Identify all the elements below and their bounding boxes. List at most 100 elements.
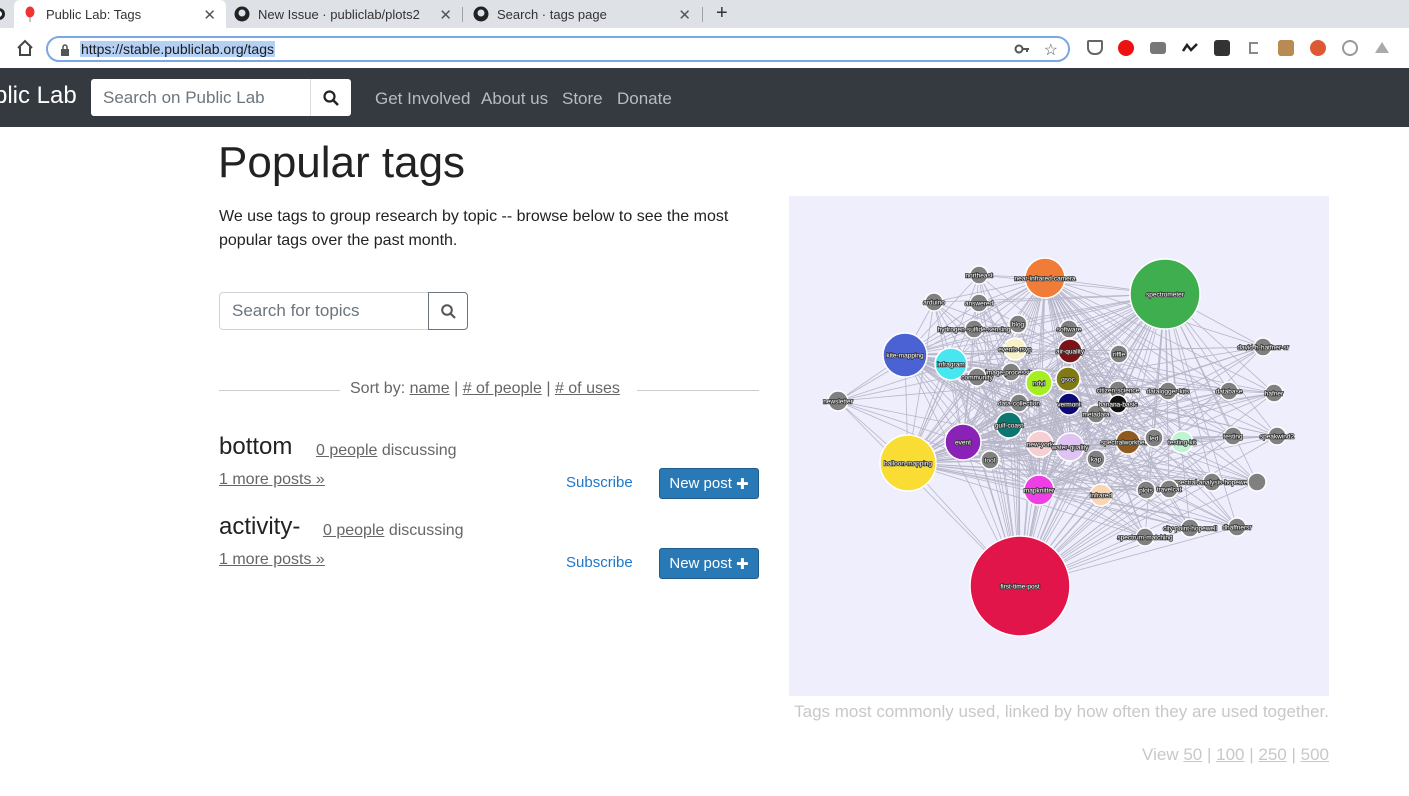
opera-extension-icon[interactable] xyxy=(1118,40,1134,56)
graph-node-circle[interactable] xyxy=(1247,472,1267,492)
new-post-label: New post xyxy=(669,555,732,572)
graph-node[interactable]: david-h-hatfner-sr xyxy=(1237,337,1290,357)
tag-card: bottom 0 people discussing 1 more posts … xyxy=(219,433,759,503)
graph-node-label: balloon-mapping xyxy=(884,461,932,468)
nav-store[interactable]: Store xyxy=(562,89,603,109)
close-icon[interactable]: ✕ xyxy=(439,6,452,24)
graph-node[interactable]: plots xyxy=(1136,480,1156,500)
more-posts-link[interactable]: 1 more posts » xyxy=(219,471,325,489)
duckduckgo-icon[interactable] xyxy=(1310,40,1326,56)
wave-icon[interactable] xyxy=(1181,40,1198,56)
browser-tab-new-issue[interactable]: New Issue · publiclab/plots2 ✕ xyxy=(226,0,462,28)
more-posts-link[interactable]: 1 more posts » xyxy=(219,551,325,569)
graph-node[interactable]: answered xyxy=(964,293,994,313)
extension-outline-icon[interactable] xyxy=(1246,40,1262,56)
camera-icon[interactable] xyxy=(1150,42,1166,54)
graph-node[interactable]: event xyxy=(944,423,982,461)
subscribe-link[interactable]: Subscribe xyxy=(566,474,633,491)
bookmark-star-icon[interactable]: ☆ xyxy=(1044,40,1058,60)
graph-node[interactable]: gsoc xyxy=(1055,366,1081,392)
nav-donate[interactable]: Donate xyxy=(617,89,672,109)
sort-by-uses-link[interactable]: # of uses xyxy=(555,380,620,397)
people-count-link[interactable]: 0 people xyxy=(316,442,377,459)
graph-node[interactable]: near-infrared-camera xyxy=(1014,257,1077,299)
sort-by-people-link[interactable]: # of people xyxy=(463,380,542,397)
tag-graph[interactable]: spectrometer first-time-post near-infrared… xyxy=(789,196,1329,696)
site-search-input[interactable] xyxy=(91,79,311,116)
pocket-icon[interactable] xyxy=(1087,40,1103,55)
people-count-link[interactable]: 0 people xyxy=(323,522,384,539)
topic-search-input[interactable] xyxy=(219,292,429,330)
tag-name-link[interactable]: activity- xyxy=(219,513,300,541)
new-post-button[interactable]: New post ✚ xyxy=(659,548,759,579)
site-navbar: blic Lab Get Involved About us Store Don… xyxy=(0,68,1409,127)
view-100-link[interactable]: 100 xyxy=(1216,745,1244,764)
graph-node[interactable]: tool xyxy=(980,450,1000,470)
key-icon[interactable] xyxy=(1014,41,1030,62)
extension-brown-icon[interactable] xyxy=(1278,40,1294,56)
graph-node-label: infrared xyxy=(1090,493,1112,500)
lock-icon xyxy=(60,43,70,61)
nav-about-us[interactable]: About us xyxy=(481,89,548,109)
graph-node[interactable]: ndvi xyxy=(1025,369,1053,397)
tag-graph-canvas[interactable]: spectrometer first-time-post near-infrared… xyxy=(789,196,1329,696)
graph-node[interactable]: infrared xyxy=(1089,483,1113,507)
site-search-button[interactable] xyxy=(310,79,351,116)
address-bar[interactable]: https://stable.publiclab.org/tags ☆ xyxy=(46,36,1070,62)
graph-node[interactable]: dhaffnersr xyxy=(1222,517,1253,537)
graph-node-label: kite-mapping xyxy=(886,353,924,360)
graph-node[interactable]: led xyxy=(1144,428,1164,448)
tab-title: Search · tags page xyxy=(497,6,607,22)
tag-discussion-info: 0 people discussing xyxy=(316,442,457,460)
browser-tab-public-lab[interactable]: Public Lab: Tags ✕ xyxy=(14,0,226,28)
balloon-icon xyxy=(22,6,38,22)
tag-name-link[interactable]: bottom xyxy=(219,433,292,461)
graph-node[interactable]: kap xyxy=(1086,449,1106,469)
extension-dark-icon[interactable] xyxy=(1214,40,1230,56)
graph-node[interactable]: spectrometer xyxy=(1129,258,1201,330)
search-icon xyxy=(440,303,456,319)
graph-node[interactable]: first-time-post xyxy=(969,535,1071,637)
browser-tab-search[interactable]: Search · tags page ✕ xyxy=(465,0,701,28)
graph-node[interactable]: blog xyxy=(1008,314,1028,334)
browser-tab-other[interactable] xyxy=(0,0,12,28)
new-tab-button[interactable]: + xyxy=(716,2,728,25)
graph-node[interactable]: balloon-mapping xyxy=(879,434,937,492)
view-50-link[interactable]: 50 xyxy=(1183,745,1202,764)
topic-search-button[interactable] xyxy=(428,292,468,330)
graph-node-label: gulf-coast xyxy=(995,423,1023,430)
graph-node[interactable]: vermont xyxy=(1056,392,1082,416)
graph-node[interactable]: speakwind2 xyxy=(1259,426,1295,446)
new-post-label: New post xyxy=(669,475,732,492)
graph-node-label: riffle xyxy=(1113,352,1126,359)
close-icon[interactable]: ✕ xyxy=(203,6,216,24)
graph-node[interactable] xyxy=(1247,472,1267,492)
drive-icon[interactable] xyxy=(1374,40,1390,56)
subscribe-link[interactable]: Subscribe xyxy=(566,554,633,571)
graph-node[interactable]: hafner xyxy=(1264,383,1285,403)
graph-node[interactable]: gulf-coast xyxy=(994,411,1024,439)
close-icon[interactable]: ✕ xyxy=(678,6,691,24)
graph-node[interactable]: new-york xyxy=(1026,430,1055,458)
github-icon xyxy=(473,6,489,22)
graph-node-label: mapknitter xyxy=(1024,488,1055,495)
view-500-link[interactable]: 500 xyxy=(1301,745,1329,764)
nav-get-involved[interactable]: Get Involved xyxy=(375,89,470,109)
view-250-link[interactable]: 250 xyxy=(1258,745,1286,764)
url-text[interactable]: https://stable.publiclab.org/tags xyxy=(80,41,276,57)
sort-by-name-link[interactable]: name xyxy=(410,380,450,397)
graph-node-label: spectral-analysis-hopewell xyxy=(1174,480,1251,487)
brand-logo-text[interactable]: blic Lab xyxy=(0,82,77,110)
skype-icon[interactable] xyxy=(1342,40,1358,56)
graph-view-options: View 50 | 100 | 250 | 500 xyxy=(1142,745,1329,764)
new-post-button[interactable]: New post ✚ xyxy=(659,468,759,499)
home-icon[interactable] xyxy=(16,39,34,62)
graph-node[interactable]: northeast xyxy=(965,265,994,285)
sort-label: Sort by: xyxy=(350,380,406,397)
graph-node-label: newsletter xyxy=(823,399,853,406)
graph-node[interactable]: kite-mapping xyxy=(882,332,928,378)
graph-node[interactable]: testing xyxy=(1223,426,1244,446)
graph-node[interactable]: mapknitter xyxy=(1023,474,1056,506)
graph-node[interactable]: riffle xyxy=(1109,344,1129,364)
graph-node-label: hafner xyxy=(1265,391,1284,398)
